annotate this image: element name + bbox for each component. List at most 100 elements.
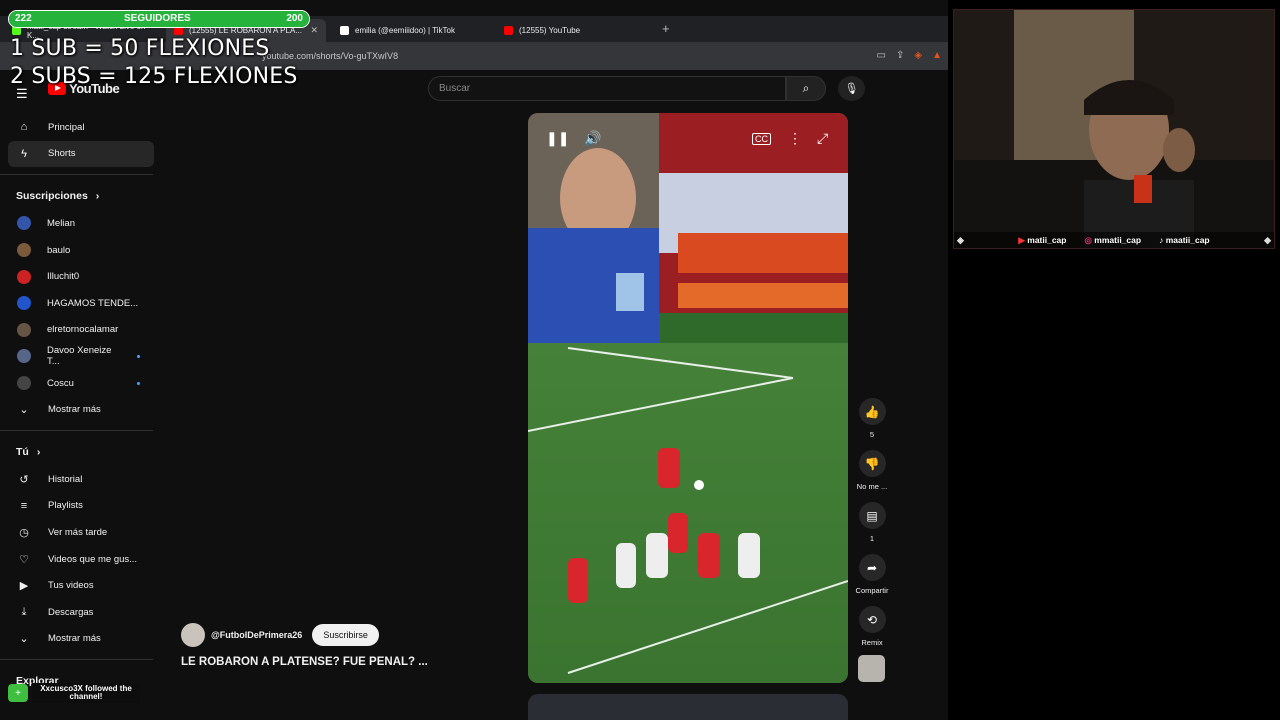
share-button[interactable]: ➦ Compartir	[852, 554, 892, 606]
install-app-icon[interactable]: ▭	[877, 50, 886, 61]
chevron-right-icon: ›	[95, 190, 100, 203]
show-more-subscriptions[interactable]: ⌄ Mostrar más	[8, 396, 154, 423]
shorts-video-player[interactable]: ❚❚ 🔊 CC ⋮ ⤢	[528, 113, 848, 683]
watch-later-icon: ◷	[19, 526, 29, 539]
sidebar-item-watch-later[interactable]: ◷ Ver más tarde	[8, 519, 154, 546]
your-videos-icon: ▶	[19, 580, 29, 593]
new-content-dot	[137, 381, 140, 385]
sidebar-item-principal[interactable]: ⌂ Principal	[8, 114, 154, 141]
webcam-feed	[954, 10, 1274, 248]
remix-button[interactable]: ⟲ Remix	[852, 606, 892, 658]
rewards-icon[interactable]: ▲	[932, 50, 942, 61]
brave-shield-icon[interactable]: ◈	[914, 50, 922, 61]
follower-goal-bar: 222 SEGUIDORES 200	[8, 10, 310, 28]
followers-goal: 200	[286, 13, 303, 24]
tiktok-icon: ♪	[1159, 235, 1164, 245]
fullscreen-icon[interactable]: ⤢	[817, 130, 828, 147]
avatar	[17, 216, 31, 231]
sidebar-item-historial[interactable]: ↺ Historial	[8, 466, 154, 493]
history-icon: ↺	[19, 473, 29, 486]
volume-icon[interactable]: 🔊	[584, 130, 601, 147]
channel-handle[interactable]: @FutbolDePrimera26	[211, 630, 302, 640]
sidebar-item-subscription[interactable]: Coscu	[8, 370, 154, 397]
comments-count: 1	[869, 534, 875, 543]
video-title[interactable]: LE ROBARON A PLATENSE? FUE PENAL? ...	[181, 656, 428, 668]
follow-alert-text: Xxcusco3X followed the channel!	[32, 683, 140, 703]
tab-tiktok[interactable]: emilia (@eemiiidoo) | TikTok	[332, 19, 492, 42]
sound-thumbnail[interactable]	[858, 655, 885, 682]
avatar	[17, 349, 31, 364]
pause-icon[interactable]: ❚❚	[546, 130, 569, 147]
url-text[interactable]: youtube.com/shorts/Vo-guTXwIV8	[262, 51, 398, 61]
playlists-icon: ≡	[20, 499, 28, 512]
sidebar-item-downloads[interactable]: ⤓ Descargas	[8, 599, 154, 626]
follow-alert: + Xxcusco3X followed the channel!	[8, 683, 140, 703]
overlay-rule-1: 1 SUB = 50 FLEXIONES	[10, 36, 270, 61]
chevron-down-icon: ⌄	[19, 633, 29, 646]
followers-current: 222	[15, 13, 32, 24]
shorts-actions: 👍 5 👎 No me ... ▤ 1 ➦ Compartir ⟲ Remix	[852, 398, 892, 658]
thumbs-up-icon: 👍	[858, 398, 886, 425]
sidebar-item-playlists[interactable]: ≡ Playlists	[8, 493, 154, 520]
webcam-socials-bar: ◆ ▶ matii_cap ◎ mmatii_cap ♪ maatii_cap …	[954, 232, 1274, 248]
sidebar-item-your-videos[interactable]: ▶ Tus videos	[8, 572, 154, 599]
sidebar-item-label: elretornocalamar	[47, 324, 119, 336]
instagram-icon: ◎	[1084, 234, 1092, 245]
home-icon: ⌂	[20, 121, 28, 134]
sidebar-item-label: Shorts	[48, 148, 76, 160]
youtube-handle: matii_cap	[1027, 234, 1067, 245]
avatar	[17, 243, 31, 258]
kick-logo-icon: ◆	[957, 234, 964, 245]
new-tab-icon[interactable]: +	[662, 21, 670, 36]
youtube-favicon-icon	[504, 26, 513, 35]
subscriptions-header[interactable]: Suscripciones ›	[8, 182, 154, 210]
tab-label: emilia (@eemiiidoo) | TikTok	[355, 26, 456, 35]
sidebar-item-label: Davoo Xeneize T...	[47, 345, 112, 368]
sidebar-item-label: Historial	[48, 473, 83, 485]
address-bar-icons: ▭ ⇪ ◈ ▲	[877, 50, 942, 61]
subscribe-button[interactable]: Suscribirse	[312, 624, 379, 646]
sidebar-item-subscription[interactable]: HAGAMOS TENDE...	[8, 290, 154, 317]
overlay-rule-2: 2 SUBS = 125 FLEXIONES	[10, 64, 298, 89]
tab-youtube-home[interactable]: (12555) YouTube	[496, 19, 656, 42]
sidebar-item-label: Mostrar más	[48, 633, 101, 645]
instagram-handle: mmatii_cap	[1094, 234, 1142, 245]
sidebar-item-subscription[interactable]: Illuchit0	[8, 263, 154, 290]
you-header[interactable]: Tú ›	[8, 438, 154, 466]
sidebar-item-shorts[interactable]: ϟ Shorts	[8, 140, 154, 168]
sidebar-item-label: Coscu	[47, 377, 74, 389]
search-button[interactable]: ⌕	[786, 76, 826, 101]
user-plus-icon: +	[8, 684, 28, 702]
sidebar: ⌂ Principal ϟ Shorts Suscripciones › Mel…	[0, 114, 154, 695]
new-content-dot	[137, 354, 140, 358]
sidebar-item-liked-videos[interactable]: ♡ Videos que me gus...	[8, 546, 154, 573]
voice-search-button[interactable]: 🎙	[838, 76, 865, 101]
channel-avatar[interactable]	[181, 623, 205, 647]
sidebar-item-label: Melian	[47, 217, 75, 229]
show-more-you[interactable]: ⌄ Mostrar más	[8, 626, 154, 653]
followers-label: SEGUIDORES	[124, 13, 191, 24]
remix-icon: ⟲	[858, 606, 886, 633]
downloads-icon: ⤓	[21, 605, 27, 618]
dislike-button[interactable]: 👎 No me ...	[852, 450, 892, 502]
chevron-right-icon: ›	[36, 445, 41, 458]
sidebar-item-subscription[interactable]: elretornocalamar	[8, 317, 154, 344]
comments-button[interactable]: ▤ 1	[852, 502, 892, 554]
youtube-social-icon: ▶	[1018, 234, 1025, 245]
next-short-preview[interactable]	[528, 694, 848, 720]
search-input[interactable]: Buscar	[428, 76, 786, 101]
sidebar-item-subscription[interactable]: Melian	[8, 210, 154, 237]
like-button[interactable]: 👍 5	[852, 398, 892, 450]
sidebar-item-subscription[interactable]: baulo	[8, 237, 154, 264]
youtube-social: ▶ matii_cap	[1018, 235, 1066, 246]
sidebar-item-label: Playlists	[48, 500, 83, 512]
sidebar-item-label: Descargas	[48, 606, 94, 618]
thumbs-down-icon: 👎	[858, 450, 886, 477]
search-icon: ⌕	[802, 81, 810, 95]
sidebar-item-label: baulo	[47, 244, 71, 256]
share-icon[interactable]: ⇪	[896, 50, 904, 61]
more-options-icon[interactable]: ⋮	[788, 130, 802, 147]
captions-icon[interactable]: CC	[752, 133, 771, 145]
close-tab-icon[interactable]: ✕	[310, 25, 318, 36]
sidebar-item-subscription[interactable]: Davoo Xeneize T...	[8, 343, 154, 370]
